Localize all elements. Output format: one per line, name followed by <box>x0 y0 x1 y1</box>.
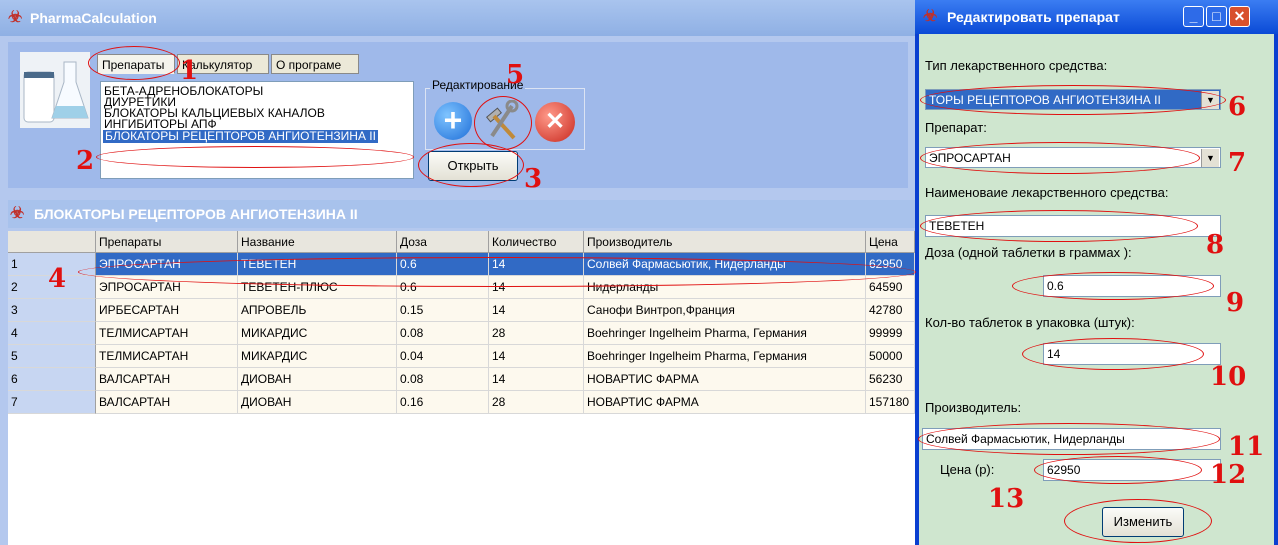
main-titlebar[interactable]: ☣ PharmaCalculation <box>0 0 915 36</box>
annotation-number: 11 <box>1228 432 1265 462</box>
row-header[interactable]: 5 <box>8 345 96 368</box>
biohazard-icon: ☣ <box>10 205 25 222</box>
annotation-number: 13 <box>988 484 1025 514</box>
row-header[interactable]: 3 <box>8 299 96 322</box>
table-cell[interactable]: 0.08 <box>397 368 489 391</box>
annotation-number: 3 <box>524 164 543 194</box>
table-cell[interactable]: ИРБЕСАРТАН <box>96 299 238 322</box>
minimize-icon: _ <box>1189 8 1198 24</box>
annotation-ellipse <box>88 46 180 80</box>
flasks-logo <box>20 52 90 128</box>
column-header[interactable]: Цена <box>866 231 915 253</box>
table-cell[interactable]: Boehringer Ingelheim Pharma, Германия <box>584 322 866 345</box>
table-cell[interactable]: ДИОВАН <box>238 368 397 391</box>
annotation-number: 9 <box>1226 288 1245 318</box>
table-cell[interactable]: ТЕЛМИСАРТАН <box>96 322 238 345</box>
window-title: PharmaCalculation <box>30 10 157 26</box>
type-label: Тип лекарственного средства: <box>925 58 1108 73</box>
dose-label: Доза (одной таблетки в граммах ): <box>925 245 1132 260</box>
annotation-number: 8 <box>1206 230 1225 260</box>
add-button[interactable]: + <box>434 102 472 140</box>
annotation-ellipse <box>96 146 414 168</box>
table-cell[interactable]: АПРОВЕЛЬ <box>238 299 397 322</box>
grid-titlebar: ☣ БЛОКАТОРЫ РЕЦЕПТОРОВ АНГИОТЕНЗИНА II <box>8 200 915 228</box>
table-cell[interactable]: 0.16 <box>397 391 489 414</box>
column-header[interactable]: Препараты <box>96 231 238 253</box>
table-cell[interactable]: 99999 <box>866 322 915 345</box>
drug-label: Препарат: <box>925 120 987 135</box>
annotation-number: 6 <box>1228 92 1247 122</box>
table-cell[interactable]: 14 <box>489 368 584 391</box>
annotation-ellipse <box>1034 456 1202 484</box>
table-cell[interactable]: Санофи Винтроп,Франция <box>584 299 866 322</box>
annotation-ellipse <box>1012 272 1214 300</box>
close-button[interactable]: ✕ <box>1229 6 1250 27</box>
table-cell[interactable]: 28 <box>489 391 584 414</box>
column-header[interactable]: Доза <box>397 231 489 253</box>
delete-button[interactable]: ✕ <box>535 102 575 142</box>
maker-label: Производитель: <box>925 400 1022 415</box>
price-label: Цена (р): <box>940 462 995 477</box>
row-header[interactable]: 7 <box>8 391 96 414</box>
table-cell[interactable]: ВАЛСАРТАН <box>96 391 238 414</box>
table-cell[interactable]: Boehringer Ingelheim Pharma, Германия <box>584 345 866 368</box>
annotation-number: 7 <box>1228 148 1247 178</box>
annotation-number: 5 <box>506 60 525 90</box>
minimize-button[interactable]: _ <box>1183 6 1204 27</box>
annotation-ellipse <box>920 210 1198 242</box>
annotation-ellipse <box>1064 499 1212 543</box>
annotation-ellipse <box>474 96 532 150</box>
annotation-ellipse <box>918 423 1220 455</box>
qty-label: Кол-во таблеток в упаковка (штук): <box>925 315 1135 330</box>
annotation-number: 10 <box>1210 362 1247 392</box>
dialog-title: Редактировать препарат <box>947 9 1120 25</box>
table-cell[interactable]: 0.08 <box>397 322 489 345</box>
name-label: Наименоваие лекарственного средства: <box>925 185 1169 200</box>
annotation-ellipse <box>920 142 1200 174</box>
plus-icon: + <box>443 102 463 138</box>
table-cell[interactable]: 28 <box>489 322 584 345</box>
table-cell[interactable]: 50000 <box>866 345 915 368</box>
annotation-ellipse <box>418 143 524 187</box>
close-icon: ✕ <box>1233 8 1246 24</box>
table-cell[interactable]: 0.15 <box>397 299 489 322</box>
tab-about[interactable]: О програме <box>271 54 359 74</box>
annotation-number: 12 <box>1210 460 1247 490</box>
table-cell[interactable]: 14 <box>489 299 584 322</box>
category-item-selected[interactable]: БЛОКАТОРЫ РЕЦЕПТОРОВ АНГИОТЕНЗИНА II <box>103 130 378 143</box>
row-header[interactable]: 6 <box>8 368 96 391</box>
table-cell[interactable]: МИКАРДИС <box>238 322 397 345</box>
grid-title: БЛОКАТОРЫ РЕЦЕПТОРОВ АНГИОТЕНЗИНА II <box>34 206 358 222</box>
table-cell[interactable]: 157180 <box>866 391 915 414</box>
table-cell[interactable]: МИКАРДИС <box>238 345 397 368</box>
x-icon: ✕ <box>544 108 566 135</box>
table-cell[interactable]: ДИОВАН <box>238 391 397 414</box>
table-corner <box>8 231 96 253</box>
table-cell[interactable]: 42780 <box>866 299 915 322</box>
table-cell[interactable]: 64590 <box>866 276 915 299</box>
maximize-button[interactable]: □ <box>1206 6 1227 27</box>
column-header[interactable]: Количество <box>489 231 584 253</box>
column-header[interactable]: Производитель <box>584 231 866 253</box>
annotation-ellipse <box>920 85 1226 115</box>
biohazard-icon: ☣ <box>8 9 23 26</box>
table-cell[interactable]: ВАЛСАРТАН <box>96 368 238 391</box>
table-cell[interactable]: 56230 <box>866 368 915 391</box>
table-cell[interactable]: НОВАРТИС ФАРМА <box>584 391 866 414</box>
table-cell[interactable]: ТЕЛМИСАРТАН <box>96 345 238 368</box>
chevron-down-icon[interactable]: ▼ <box>1201 149 1219 167</box>
annotation-number: 4 <box>48 264 67 294</box>
biohazard-icon: ☣ <box>923 8 938 25</box>
annotation-ellipse <box>1022 338 1204 370</box>
annotation-ellipse <box>78 257 916 287</box>
maximize-icon: □ <box>1212 8 1221 24</box>
annotation-number: 2 <box>76 146 95 176</box>
table-cell[interactable]: 0.04 <box>397 345 489 368</box>
annotation-number: 1 <box>180 56 199 86</box>
table-cell[interactable]: 14 <box>489 345 584 368</box>
column-header[interactable]: Название <box>238 231 397 253</box>
table-cell[interactable]: НОВАРТИС ФАРМА <box>584 368 866 391</box>
row-header[interactable]: 4 <box>8 322 96 345</box>
